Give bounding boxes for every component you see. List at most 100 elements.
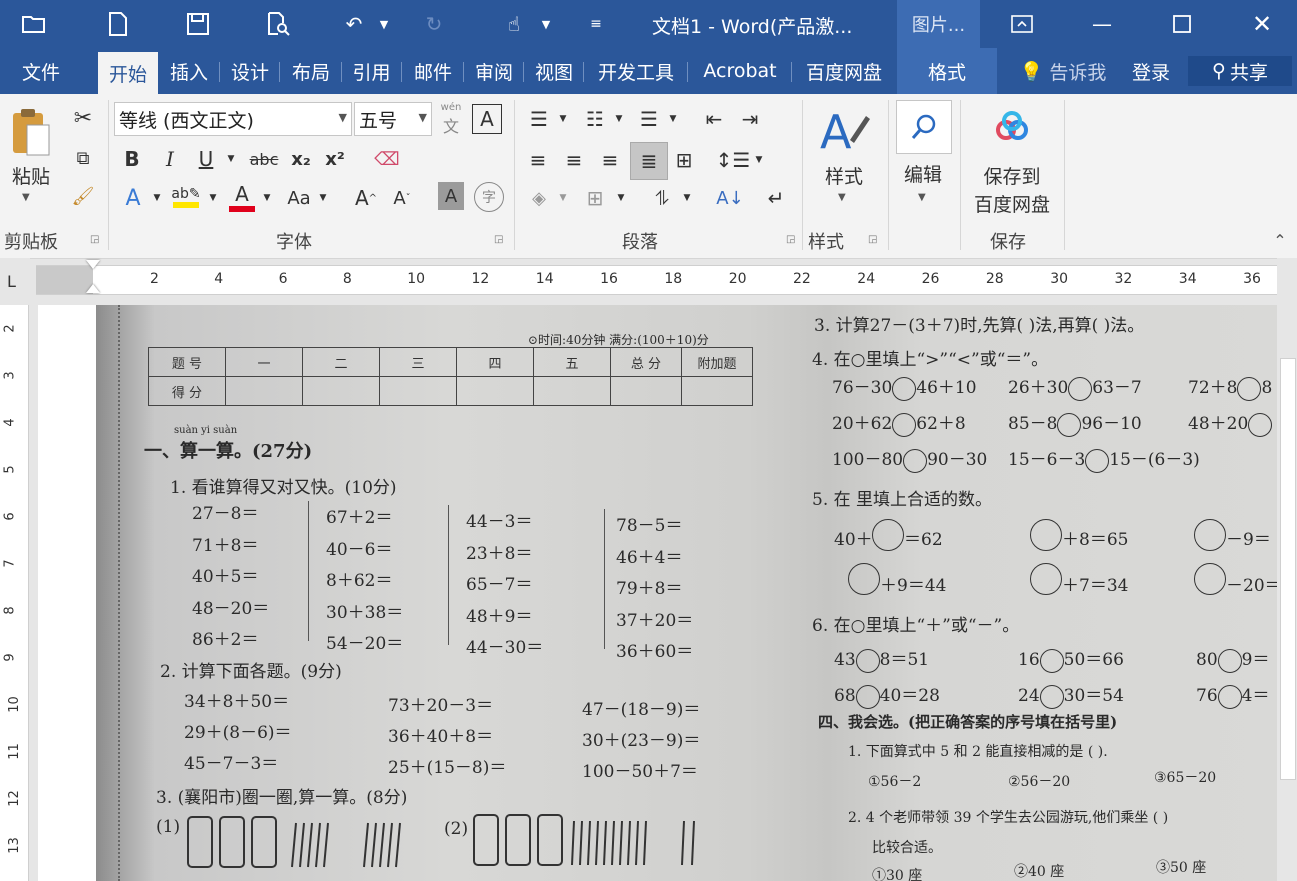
numbering-icon[interactable]: ☷	[578, 104, 612, 134]
clipboard-launcher-icon[interactable]: ◲	[90, 234, 99, 245]
styles-button-label[interactable]: 样式	[812, 162, 876, 189]
sort-icon[interactable]: A↓	[714, 182, 746, 214]
tab-review[interactable]: 审阅	[466, 56, 524, 86]
search-icon[interactable]	[896, 100, 952, 154]
first-line-indent-marker[interactable]	[86, 260, 100, 269]
collapse-ribbon-icon[interactable]: ⌃	[1270, 230, 1290, 250]
maximize-icon[interactable]	[1142, 0, 1222, 48]
shrink-font-icon[interactable]: Aˇ	[388, 182, 416, 214]
close-icon[interactable]: ✕	[1222, 0, 1297, 48]
phonetic-guide-icon[interactable]: wén 文	[436, 102, 466, 136]
clear-formatting-icon[interactable]: ⌫	[372, 144, 402, 174]
touch-mode-icon[interactable]: ☝	[500, 10, 528, 38]
superscript-button[interactable]: x²	[322, 144, 348, 174]
new-document-icon[interactable]	[104, 10, 132, 38]
document-page[interactable]: ⊙时间:40分钟 满分:(100＋10)分 题 号 一 二 三 四 五 总 分 …	[38, 305, 1277, 881]
font-color-dropdown-icon[interactable]: ▼	[260, 182, 274, 214]
increase-indent-icon[interactable]: ⇥	[734, 104, 766, 134]
tab-home[interactable]: 开始	[98, 52, 158, 94]
text-effects-icon[interactable]: A	[118, 182, 148, 214]
highlight-dropdown-icon[interactable]: ▼	[206, 182, 220, 214]
paste-label[interactable]: 粘贴	[6, 162, 56, 189]
justify-icon[interactable]: ≣	[630, 142, 668, 180]
align-left-icon[interactable]: ≡	[522, 144, 554, 176]
font-launcher-icon[interactable]: ◲	[494, 234, 503, 245]
chinese-layout-icon[interactable]: ⥮	[644, 182, 680, 214]
underline-dropdown-icon[interactable]: ▼	[224, 144, 238, 174]
editing-button-label[interactable]: 编辑	[894, 160, 952, 187]
line-spacing-icon[interactable]: ↕☰	[716, 144, 751, 176]
tab-mailings[interactable]: 邮件	[404, 56, 464, 86]
login-link[interactable]: 登录	[1124, 56, 1178, 86]
tab-file[interactable]: 文件	[8, 56, 74, 86]
line-spacing-dropdown-icon[interactable]: ▼	[752, 144, 766, 176]
distributed-icon[interactable]: ⊞	[668, 144, 700, 176]
format-painter-icon[interactable]: 🖌	[68, 182, 98, 210]
print-preview-icon[interactable]	[264, 10, 292, 38]
paste-dropdown-icon[interactable]: ▼	[22, 192, 30, 203]
cut-icon[interactable]: ✂	[68, 104, 98, 132]
save-to-baidu-line1[interactable]: 保存到	[964, 162, 1060, 189]
italic-button[interactable]: I	[156, 144, 184, 174]
tab-format[interactable]: 格式	[897, 56, 997, 86]
undo-icon[interactable]: ↶	[340, 10, 368, 38]
font-size-combo[interactable]: 五号 ▼	[354, 102, 432, 136]
baidu-cloud-icon[interactable]	[988, 108, 1036, 148]
change-case-dropdown-icon[interactable]: ▼	[316, 182, 330, 214]
change-case-button[interactable]: Aa	[282, 182, 316, 214]
bullets-icon[interactable]: ☰	[522, 104, 556, 134]
tab-insert[interactable]: 插入	[160, 56, 220, 86]
editing-dropdown-icon[interactable]: ▼	[918, 192, 926, 203]
multilevel-dropdown-icon[interactable]: ▼	[666, 104, 680, 134]
show-marks-icon[interactable]: ↵	[760, 182, 792, 214]
copy-icon[interactable]: ⧉	[68, 144, 98, 172]
horizontal-ruler[interactable]: 2 4 6 8 10 12 14 16 18 20 22 24 26 28 30 32 34 36	[36, 260, 1277, 295]
shading-dropdown-icon[interactable]: ▼	[556, 182, 570, 214]
decrease-indent-icon[interactable]: ⇤	[698, 104, 730, 134]
touch-dropdown-icon[interactable]: ▼	[532, 10, 560, 38]
numbering-dropdown-icon[interactable]: ▼	[612, 104, 626, 134]
paragraph-launcher-icon[interactable]: ◲	[786, 234, 795, 245]
tab-developer[interactable]: 开发工具	[586, 56, 688, 86]
tab-view[interactable]: 视图	[526, 56, 584, 86]
scrollbar-thumb[interactable]	[1280, 358, 1296, 780]
tab-selector[interactable]: L	[0, 258, 30, 300]
hanging-indent-marker[interactable]	[86, 284, 100, 293]
styles-icon[interactable]: A	[812, 102, 876, 162]
borders-icon[interactable]: ⊞	[578, 182, 612, 214]
bullets-dropdown-icon[interactable]: ▼	[556, 104, 570, 134]
shading-icon[interactable]: ◈	[522, 182, 556, 214]
scanned-worksheet-image[interactable]: ⊙时间:40分钟 满分:(100＋10)分 题 号 一 二 三 四 五 总 分 …	[96, 305, 1277, 881]
font-name-combo[interactable]: 等线 (西文正文) ▼	[114, 102, 352, 136]
save-icon[interactable]	[184, 10, 212, 38]
undo-dropdown-icon[interactable]: ▼	[370, 10, 398, 38]
subscript-button[interactable]: x₂	[288, 144, 314, 174]
paste-icon[interactable]	[6, 104, 56, 160]
highlight-icon[interactable]: ab✎	[170, 180, 202, 214]
vertical-scrollbar[interactable]	[1277, 258, 1297, 881]
tell-me-box[interactable]: 💡 告诉我	[1012, 56, 1114, 86]
chinese-layout-dropdown-icon[interactable]: ▼	[680, 182, 694, 214]
tab-design[interactable]: 设计	[222, 56, 280, 86]
grow-font-icon[interactable]: A ^	[352, 182, 380, 214]
vertical-ruler[interactable]: 2 3 4 5 6 7 8 9 10 11 12 13	[0, 305, 29, 881]
customize-qat-icon[interactable]: ≡	[582, 10, 610, 38]
text-effects-dropdown-icon[interactable]: ▼	[150, 182, 164, 214]
tab-layout[interactable]: 布局	[282, 56, 342, 86]
save-to-baidu-line2[interactable]: 百度网盘	[964, 190, 1060, 217]
multilevel-list-icon[interactable]: ☰	[632, 104, 666, 134]
tab-baidu-netdisk[interactable]: 百度网盘	[795, 56, 893, 86]
align-center-icon[interactable]: ≡	[558, 144, 590, 176]
share-button[interactable]: ⚲ 共享	[1188, 56, 1292, 86]
align-right-icon[interactable]: ≡	[594, 144, 626, 176]
enclose-characters-icon[interactable]: 字	[474, 182, 504, 212]
tab-acrobat[interactable]: Acrobat	[690, 56, 792, 86]
ribbon-display-icon[interactable]	[982, 0, 1062, 48]
borders-dropdown-icon[interactable]: ▼	[614, 182, 628, 214]
minimize-icon[interactable]: —	[1062, 0, 1142, 48]
strikethrough-button[interactable]: abc	[244, 144, 284, 174]
character-shading-icon[interactable]: A	[438, 182, 464, 210]
styles-dropdown-icon[interactable]: ▼	[838, 192, 846, 203]
character-border-icon[interactable]: A	[472, 104, 502, 134]
bold-button[interactable]: B	[118, 144, 146, 174]
